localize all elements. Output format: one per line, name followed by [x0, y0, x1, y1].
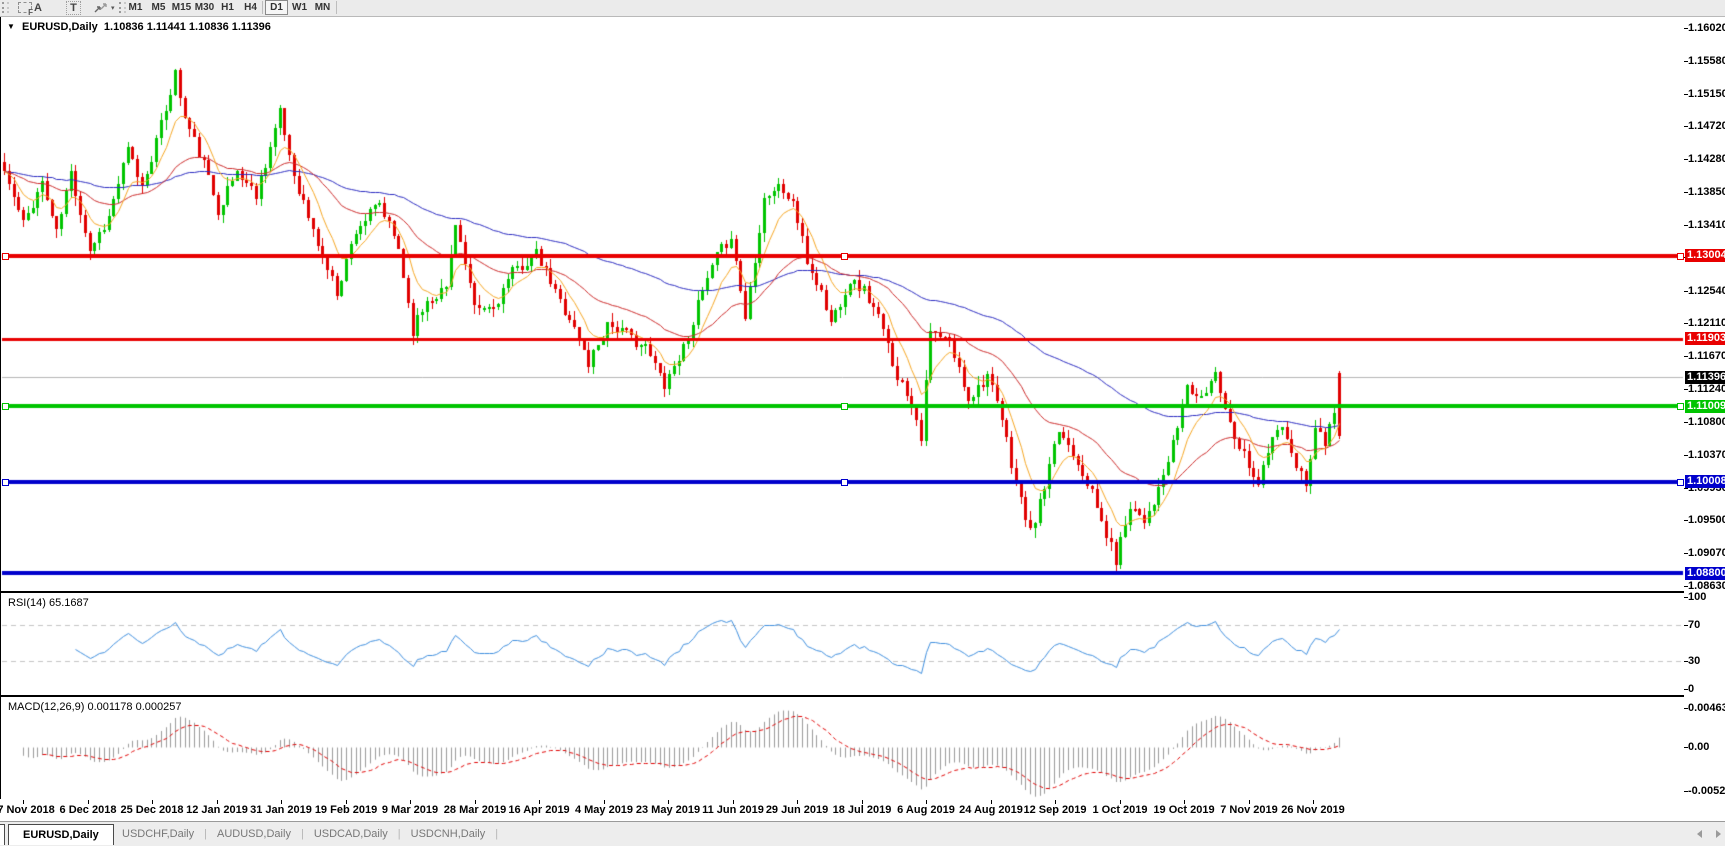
timeframe-button-d1[interactable]: D1 — [265, 0, 288, 15]
date-label: 7 Nov 2019 — [1220, 804, 1277, 816]
price-tick-label: 1.15580 — [1688, 55, 1725, 68]
hline-handle[interactable] — [841, 403, 848, 410]
rsi-label: RSI(14) 65.1687 — [8, 597, 89, 609]
hline-price-label: 1.08800 — [1685, 567, 1725, 580]
timeframe-button-mn[interactable]: MN — [311, 0, 334, 15]
date-label: 12 Sep 2019 — [1024, 804, 1087, 816]
price-tick-label: 1.13850 — [1688, 186, 1725, 199]
toolbar-separator — [262, 1, 263, 14]
hline-handle[interactable] — [1677, 403, 1684, 410]
symbol-label: EURUSD,Daily — [22, 21, 98, 33]
tab-stub — [0, 824, 5, 845]
date-label: 28 Mar 2019 — [444, 804, 506, 816]
timeframe-button-h4[interactable]: H4 — [239, 0, 262, 15]
text-label-tool-icon[interactable]: A — [30, 1, 46, 15]
tab-audusd[interactable]: AUDUSD,Daily — [217, 828, 291, 840]
tab-eurusd[interactable]: EURUSD,Daily — [8, 824, 114, 845]
date-label: 24 Aug 2019 — [959, 804, 1023, 816]
tab-scroll-left-icon[interactable] — [1697, 830, 1702, 838]
time-axis[interactable]: 17 Nov 2018 6 Dec 2018 25 Dec 201812 Jan 2… — [0, 799, 1725, 821]
chart-canvas[interactable] — [0, 0, 1725, 846]
date-label: 17 Nov 2018 — [0, 804, 55, 816]
mt4-window: F A T ▾ M1M5M15M30H1H4D1W1MN ▼ EURUSD,Da… — [0, 0, 1725, 846]
price-tick-label: 1.09500 — [1688, 514, 1725, 527]
hline-handle[interactable] — [841, 253, 848, 260]
timeframe-button-w1[interactable]: W1 — [288, 0, 311, 15]
timeframe-button-m30[interactable]: M30 — [193, 0, 216, 15]
arrows-tool-icon[interactable] — [94, 2, 108, 14]
toolbar-grip-icon[interactable] — [2, 2, 9, 13]
tab-usdchf[interactable]: USDCHF,Daily — [122, 828, 194, 840]
price-tick-label: 1.12110 — [1688, 317, 1725, 330]
macd-label: MACD(12,26,9) 0.001178 0.000257 — [8, 701, 181, 713]
date-label: 19 Feb 2019 — [315, 804, 377, 816]
timeframe-button-m5[interactable]: M5 — [147, 0, 170, 15]
hline-handle[interactable] — [1677, 479, 1684, 486]
rsi-tick-label: 0 — [1688, 683, 1694, 696]
text-tool-icon[interactable]: T — [66, 1, 81, 15]
dropdown-caret-icon[interactable]: ▾ — [111, 4, 115, 12]
date-label: 16 Apr 2019 — [508, 804, 569, 816]
toolbar-separator — [336, 1, 337, 14]
tab-separator: | — [495, 828, 498, 840]
date-label: 4 May 2019 — [575, 804, 633, 816]
date-label: 1 Oct 2019 — [1092, 804, 1147, 816]
price-tick-label: 1.09070 — [1688, 547, 1725, 560]
toolbar: F A T ▾ M1M5M15M30H1H4D1W1MN — [0, 0, 1725, 17]
hline-price-label: 1.11903 — [1685, 332, 1725, 345]
date-label: 23 May 2019 — [636, 804, 700, 816]
ohlc-values: 1.10836 1.11441 1.10836 1.11396 — [104, 21, 271, 33]
tab-separator: | — [301, 828, 304, 840]
hline-handle[interactable] — [841, 479, 848, 486]
hline-handle[interactable] — [2, 479, 9, 486]
date-label: 6 Aug 2019 — [897, 804, 955, 816]
price-tick-label: 1.15150 — [1688, 88, 1725, 101]
price-tick-label: 1.14720 — [1688, 120, 1725, 133]
price-tick-label: 1.13410 — [1688, 219, 1725, 232]
timeframe-button-m1[interactable]: M1 — [124, 0, 147, 15]
price-tick-label: 1.12540 — [1688, 285, 1725, 298]
date-label: 11 Jun 2019 — [702, 804, 764, 816]
price-tick-label: 1.10370 — [1688, 449, 1725, 462]
price-tick-label: 1.11670 — [1688, 350, 1725, 363]
tab-separator: | — [204, 828, 207, 840]
chart-menu-arrow-icon[interactable]: ▼ — [7, 22, 15, 31]
hline-price-label: 1.13004 — [1685, 249, 1725, 262]
date-label: 19 Oct 2019 — [1153, 804, 1214, 816]
tab-usdcnh[interactable]: USDCNH,Daily — [411, 828, 486, 840]
hline-handle[interactable] — [2, 253, 9, 260]
tab-usdcad[interactable]: USDCAD,Daily — [314, 828, 388, 840]
date-label: 29 Jun 2019 — [766, 804, 828, 816]
timeframe-button-h1[interactable]: H1 — [216, 0, 239, 15]
macd-tick-label: -0.00529 — [1688, 785, 1725, 798]
tab-separator: | — [398, 828, 401, 840]
chart-header: ▼ EURUSD,Daily 1.10836 1.11441 1.10836 1… — [7, 21, 271, 33]
price-tick-label: 1.16020 — [1688, 22, 1725, 35]
macd-tick-label: 0.00 — [1688, 741, 1709, 754]
tab-scroll-right-icon[interactable] — [1716, 830, 1721, 838]
date-label: 26 Nov 2019 — [1281, 804, 1345, 816]
date-label: 25 Dec 2018 — [121, 804, 184, 816]
hline-handle[interactable] — [2, 403, 9, 410]
timeframe-button-m15[interactable]: M15 — [170, 0, 193, 15]
price-tick-label: 1.10800 — [1688, 416, 1725, 429]
rsi-tick-label: 100 — [1688, 591, 1706, 604]
hline-price-label: 1.10008 — [1685, 475, 1725, 488]
chart-tabbar: EURUSD,Daily USDCHF,Daily | AUDUSD,Daily | U… — [0, 821, 1725, 846]
date-label: 12 Jan 2019 — [186, 804, 248, 816]
hline-price-label: 1.11009 — [1685, 400, 1725, 413]
rsi-tick-label: 70 — [1688, 619, 1700, 632]
date-label: 6 Dec 2018 — [60, 804, 117, 816]
bid-price-label: 1.11396 — [1685, 371, 1725, 384]
macd-tick-label: 0.00463 — [1688, 702, 1725, 715]
hline-handle[interactable] — [1677, 253, 1684, 260]
rsi-tick-label: 30 — [1688, 655, 1700, 668]
date-label: 9 Mar 2019 — [382, 804, 438, 816]
date-label: 18 Jul 2019 — [833, 804, 892, 816]
price-tick-label: 1.14280 — [1688, 153, 1725, 166]
date-label: 31 Jan 2019 — [250, 804, 312, 816]
price-tick-label: 1.11240 — [1688, 383, 1725, 396]
